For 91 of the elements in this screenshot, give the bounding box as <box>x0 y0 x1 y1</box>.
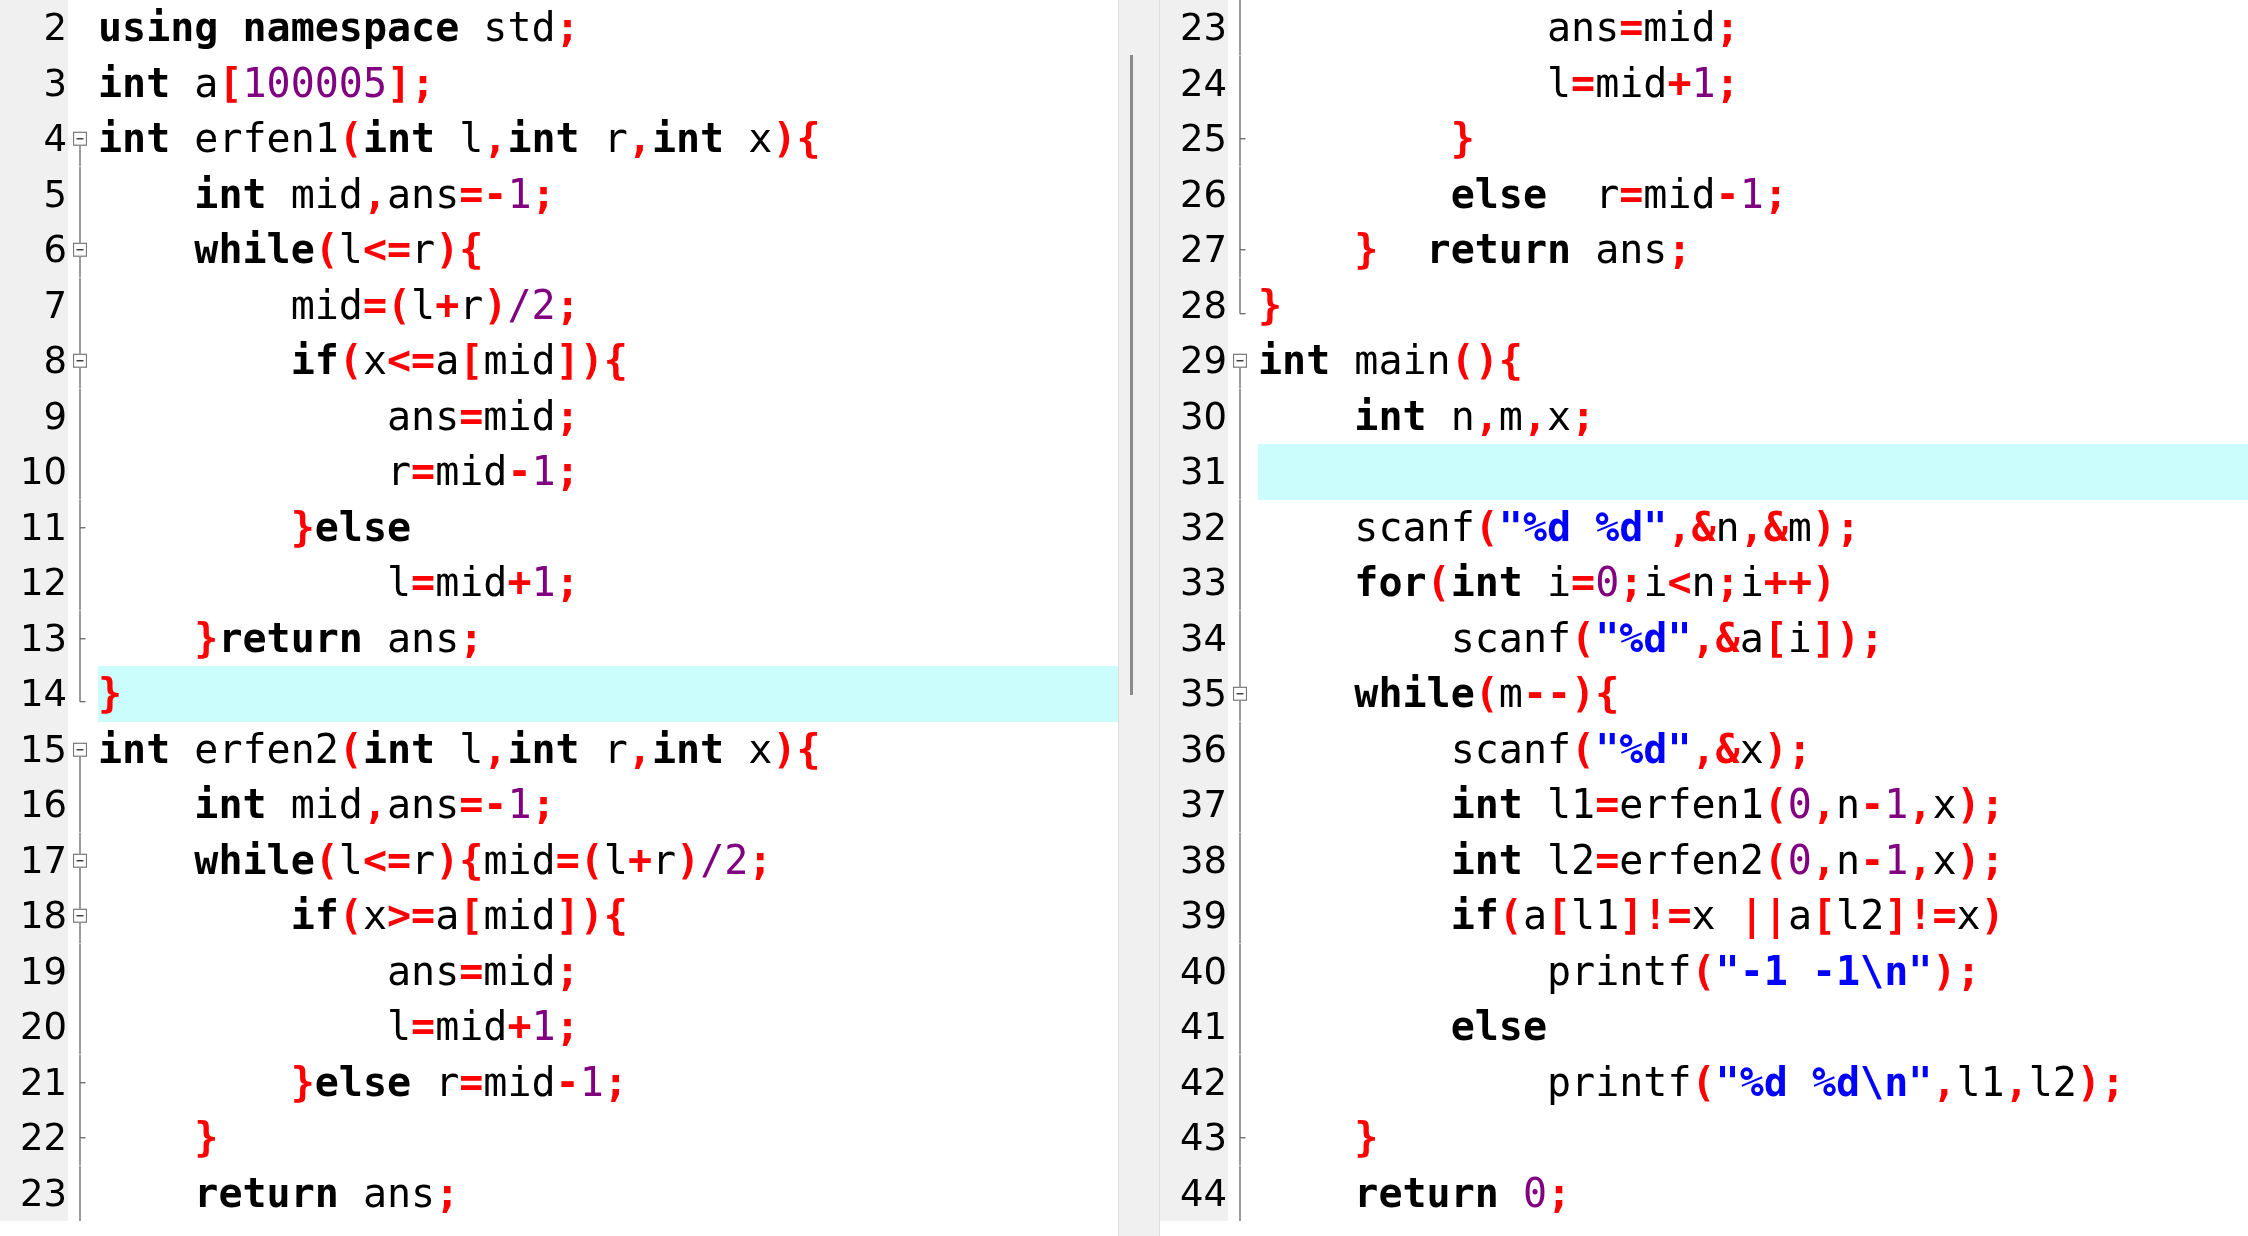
line-number: 4 <box>43 120 68 158</box>
code-line: mid=(l+r)/2; <box>289 280 581 330</box>
line-number: 7 <box>43 286 68 324</box>
line-number: 12 <box>19 564 68 602</box>
code-line: ans=mid; <box>1546 3 1741 52</box>
code-line: else <box>1449 1002 1548 1051</box>
code-line: scanf("%d",&x); <box>1449 724 1813 774</box>
line-number: 31 <box>1179 453 1228 491</box>
code-line: if(x>=a[mid]){ <box>289 891 629 940</box>
line-number: 41 <box>1179 1008 1228 1046</box>
code-line: } <box>193 1113 220 1162</box>
code-line: l=mid+1; <box>386 1002 581 1051</box>
line-number: 29 <box>1179 342 1228 380</box>
code-line: for(int i=0;i<n;i++) <box>1353 558 1838 607</box>
code-line: int mid,ans=-1; <box>193 780 557 829</box>
code-line: }else r=mid-1; <box>289 1057 629 1107</box>
line-number: 33 <box>1179 564 1228 602</box>
code-line: return ans; <box>193 1168 461 1218</box>
collapse-icon[interactable] <box>72 832 87 888</box>
code-line: scanf("%d",&a[i]); <box>1449 613 1886 663</box>
line-number: 18 <box>19 897 68 935</box>
line-number: 27 <box>1179 231 1228 269</box>
line-number: 34 <box>1179 619 1228 657</box>
code-line: } <box>1449 114 1476 163</box>
line-number: 24 <box>1179 64 1228 102</box>
line-number: 44 <box>1179 1174 1228 1212</box>
line-number: 32 <box>1179 508 1228 546</box>
line-number: 11 <box>19 508 68 546</box>
line-number: 9 <box>43 397 68 435</box>
line-number: 23 <box>19 1174 68 1212</box>
code-line: int erfen1(int l,int r,int x){ <box>98 114 822 163</box>
line-number: 3 <box>43 64 68 102</box>
code-line: int a[100005]; <box>98 58 437 108</box>
line-number: 42 <box>1179 1063 1228 1101</box>
code-line: }else <box>289 502 413 552</box>
line-number: 43 <box>1179 1119 1228 1157</box>
line-number: 23 <box>1179 9 1228 47</box>
collapse-icon[interactable] <box>1232 666 1247 722</box>
code-line: int l2=erfen2(0,n-1,x); <box>1449 835 2006 885</box>
line-number: 28 <box>1179 286 1228 324</box>
code-line: printf("%d %d\n",l1,l2); <box>1546 1057 2127 1107</box>
code-line: if(x<=a[mid]){ <box>289 336 629 385</box>
line-number: 5 <box>43 175 68 213</box>
code-line: int erfen2(int l,int r,int x){ <box>98 724 822 774</box>
line-number: 38 <box>1179 841 1228 879</box>
code-line: using namespace std; <box>98 3 581 52</box>
line-number: 26 <box>1179 175 1228 213</box>
code-line: scanf("%d %d",&n,&m); <box>1353 502 1862 552</box>
code-line: } <box>1353 1113 1380 1162</box>
code-line: while(l<=r){ <box>193 225 485 274</box>
code-line: int mid,ans=-1; <box>193 169 557 219</box>
code-line: } <box>1258 280 1284 330</box>
line-number: 39 <box>1179 897 1228 935</box>
line-number: 35 <box>1179 675 1228 713</box>
line-number: 8 <box>43 342 68 380</box>
line-number: 40 <box>1179 952 1228 990</box>
line-number: 2 <box>43 9 68 47</box>
code-line: r=mid-1; <box>386 447 581 496</box>
line-number: 14 <box>19 675 68 713</box>
code-line: int main(){ <box>1258 336 1524 385</box>
code-line: else r=mid-1; <box>1449 169 1789 219</box>
line-number: 30 <box>1179 397 1228 435</box>
code-line: int n,m,x; <box>1353 391 1597 441</box>
code-line: l=mid+1; <box>386 558 581 607</box>
line-number: 19 <box>19 952 68 990</box>
code-line: int l1=erfen1(0,n-1,x); <box>1449 780 2006 829</box>
code-line: ans=mid; <box>386 946 581 996</box>
line-number: 17 <box>19 841 68 879</box>
code-line: if(a[l1]!=x ||a[l2]!=x) <box>1449 891 2006 941</box>
code-line: l=mid+1; <box>1546 58 1741 108</box>
code-line: return 0; <box>1353 1168 1573 1218</box>
code-line: printf("-1 -1\n"); <box>1546 946 1982 996</box>
line-number: 37 <box>1179 786 1228 824</box>
line-number: 13 <box>19 619 68 657</box>
line-number: 15 <box>19 730 68 768</box>
code-line: while(m--){ <box>1353 669 1621 718</box>
line-number: 10 <box>19 453 68 491</box>
line-number: 16 <box>19 786 68 824</box>
collapse-icon[interactable] <box>72 222 87 278</box>
line-number: 21 <box>19 1063 68 1101</box>
line-number: 20 <box>19 1008 68 1046</box>
line-number: 25 <box>1179 120 1228 158</box>
code-line: }return ans; <box>193 613 485 663</box>
code-line: ans=mid; <box>386 391 581 441</box>
line-number: 6 <box>43 231 68 269</box>
collapse-icon[interactable] <box>72 888 87 944</box>
collapse-icon[interactable] <box>72 333 87 389</box>
code-line: } return ans; <box>1353 225 1693 274</box>
line-number: 22 <box>19 1119 68 1157</box>
code-line: while(l<=r){mid=(l+r)/2; <box>193 835 774 885</box>
line-number: 36 <box>1179 730 1228 768</box>
